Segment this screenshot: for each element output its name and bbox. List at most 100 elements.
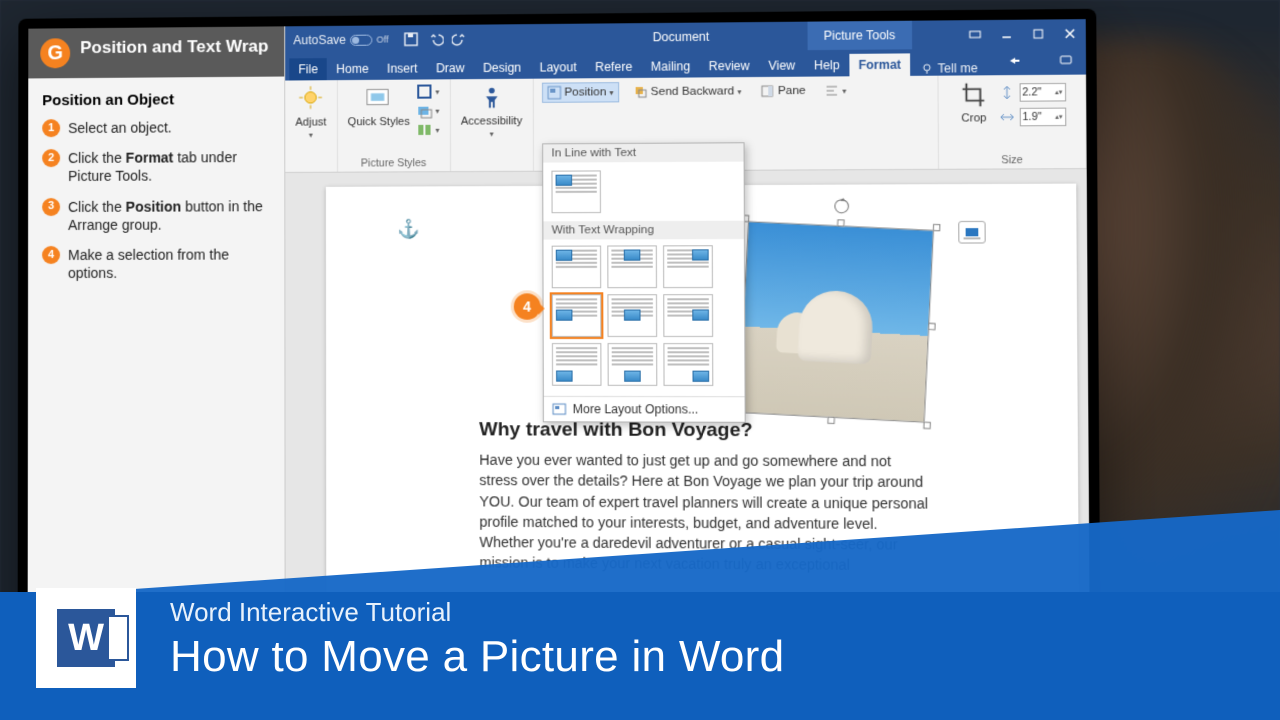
step-text-pre: Click the: [68, 198, 126, 214]
height-field[interactable]: 2.2" ▴▾: [998, 83, 1066, 102]
tab-design[interactable]: Design: [474, 56, 531, 79]
tell-me-search[interactable]: Tell me: [921, 61, 978, 76]
position-dropdown: In Line with Text With Text Wrapping: [542, 142, 746, 423]
picture-style-icon: [363, 84, 394, 114]
word-logo-tile: W: [57, 609, 115, 667]
spinner-icon[interactable]: ▴▾: [1055, 114, 1062, 119]
selection-pane-label: Pane: [778, 85, 806, 97]
chevron-down-icon: ▾: [609, 88, 613, 97]
send-backward-button[interactable]: Send Backward ▾: [629, 81, 746, 102]
selection-pane-button[interactable]: Pane: [756, 81, 810, 102]
ribbon-group-picture-styles: Quick Styles ▾ ▾ ▾ Picture Styles: [337, 79, 450, 171]
resize-handle[interactable]: [933, 224, 941, 232]
position-button[interactable]: Position ▾: [542, 82, 619, 103]
tell-me-label: Tell me: [938, 61, 978, 76]
align-button[interactable]: ▾: [820, 80, 850, 101]
tab-references[interactable]: Refere: [586, 56, 642, 79]
save-icon[interactable]: [403, 31, 419, 47]
picture-style-extras: ▾ ▾ ▾: [416, 83, 440, 138]
picture-effects-button[interactable]: ▾: [416, 103, 440, 119]
tab-home[interactable]: Home: [327, 58, 378, 81]
tab-format[interactable]: Format: [849, 53, 910, 76]
lightbulb-icon: [921, 62, 934, 74]
step-number-icon: 2: [42, 149, 60, 167]
position-grid: [543, 239, 744, 396]
tutorial-step: 4 Make a selection from the options.: [42, 245, 270, 282]
ribbon-group-adjust: Adjust ▾: [285, 80, 337, 172]
tutorial-title: Position and Text Wrap: [80, 37, 268, 58]
width-field[interactable]: 1.9" ▴▾: [998, 108, 1066, 127]
accessibility-button[interactable]: Accessibility ▾: [461, 83, 522, 139]
picture-border-button[interactable]: ▾: [416, 83, 439, 99]
ribbon-group-accessibility: Accessibility ▾: [451, 79, 534, 171]
picture-layout-button[interactable]: ▾: [416, 122, 440, 138]
resize-handle[interactable]: [923, 422, 931, 430]
tutorial-body: Position an Object 1 Select an object. 2…: [28, 77, 284, 309]
resize-handle[interactable]: [928, 323, 936, 331]
tab-help[interactable]: Help: [805, 54, 850, 77]
height-value: 2.2": [1022, 86, 1041, 98]
minimize-icon[interactable]: [991, 20, 1023, 49]
step-text-bold: Position: [126, 198, 181, 214]
position-option-top-right[interactable]: [663, 245, 713, 288]
position-option-bottom-left[interactable]: [552, 343, 602, 386]
tutorial-step: 2 Click the Format tab under Picture Too…: [42, 148, 270, 186]
tab-view[interactable]: View: [759, 54, 805, 77]
send-backward-label: Send Backward: [651, 85, 734, 98]
step-text: Click the Format tab under Picture Tools…: [68, 148, 270, 185]
tab-draw[interactable]: Draw: [427, 57, 474, 80]
tab-file[interactable]: File: [289, 58, 327, 80]
resize-handle[interactable]: [837, 219, 845, 226]
customguide-logo-icon: G: [40, 38, 70, 68]
position-option-middle-left[interactable]: [552, 294, 602, 337]
layout-options-button[interactable]: [958, 221, 986, 244]
accessibility-icon: [476, 83, 507, 114]
height-icon: [998, 84, 1015, 101]
chevron-down-icon: ▾: [737, 87, 741, 96]
dropdown-heading-inline: In Line with Text: [543, 143, 743, 162]
adjust-button[interactable]: Adjust ▾: [295, 84, 326, 139]
spinner-icon[interactable]: ▴▾: [1055, 90, 1062, 95]
share-icon[interactable]: [998, 49, 1030, 75]
position-option-bottom-right[interactable]: [663, 343, 713, 386]
comments-icon[interactable]: [1050, 49, 1082, 75]
step-text: Make a selection from the options.: [68, 245, 270, 282]
tab-mailings[interactable]: Mailing: [642, 55, 700, 78]
position-option-top-left[interactable]: [552, 246, 602, 289]
quick-styles-button[interactable]: Quick Styles: [348, 84, 410, 129]
tutorial-step: 3 Click the Position button in the Arran…: [42, 197, 270, 234]
tutorial-header: G Position and Text Wrap: [28, 26, 284, 78]
step-callout-4: 4: [514, 293, 541, 319]
more-layout-label: More Layout Options...: [573, 402, 699, 417]
step-text-bold: Format: [126, 150, 174, 166]
ribbon-display-icon[interactable]: [959, 20, 991, 49]
quick-access-toolbar: [397, 31, 475, 48]
accessibility-label: Accessibility: [461, 115, 522, 128]
undo-icon[interactable]: [427, 31, 443, 47]
tutorial-step: 1 Select an object.: [42, 118, 270, 138]
contextual-tab-label: Picture Tools: [807, 21, 912, 50]
maximize-icon[interactable]: [1022, 19, 1054, 48]
align-icon: [824, 84, 839, 98]
position-option-middle-right[interactable]: [663, 294, 713, 337]
picture-content: [739, 221, 934, 423]
width-value: 1.9": [1022, 111, 1041, 123]
tab-layout[interactable]: Layout: [530, 56, 586, 79]
overlay-title: How to Move a Picture in Word: [170, 632, 784, 682]
redo-icon[interactable]: [452, 31, 468, 47]
close-icon[interactable]: [1054, 19, 1086, 48]
position-option-top-center[interactable]: [607, 245, 657, 288]
tab-insert[interactable]: Insert: [378, 57, 427, 80]
step-text: Click the Position button in the Arrange…: [68, 197, 270, 234]
crop-button[interactable]: Crop: [958, 79, 990, 124]
position-option-bottom-center[interactable]: [608, 343, 658, 386]
word-logo-letter: W: [68, 617, 104, 660]
more-layout-options[interactable]: More Layout Options...: [544, 396, 745, 422]
autosave-toggle[interactable]: AutoSave Off: [285, 32, 396, 47]
resize-handle[interactable]: [827, 417, 835, 425]
position-icon: [547, 86, 561, 100]
tab-review[interactable]: Review: [699, 55, 759, 78]
selected-picture[interactable]: [732, 215, 940, 429]
position-option-inline[interactable]: [551, 170, 601, 213]
position-option-middle-center[interactable]: [607, 294, 657, 337]
